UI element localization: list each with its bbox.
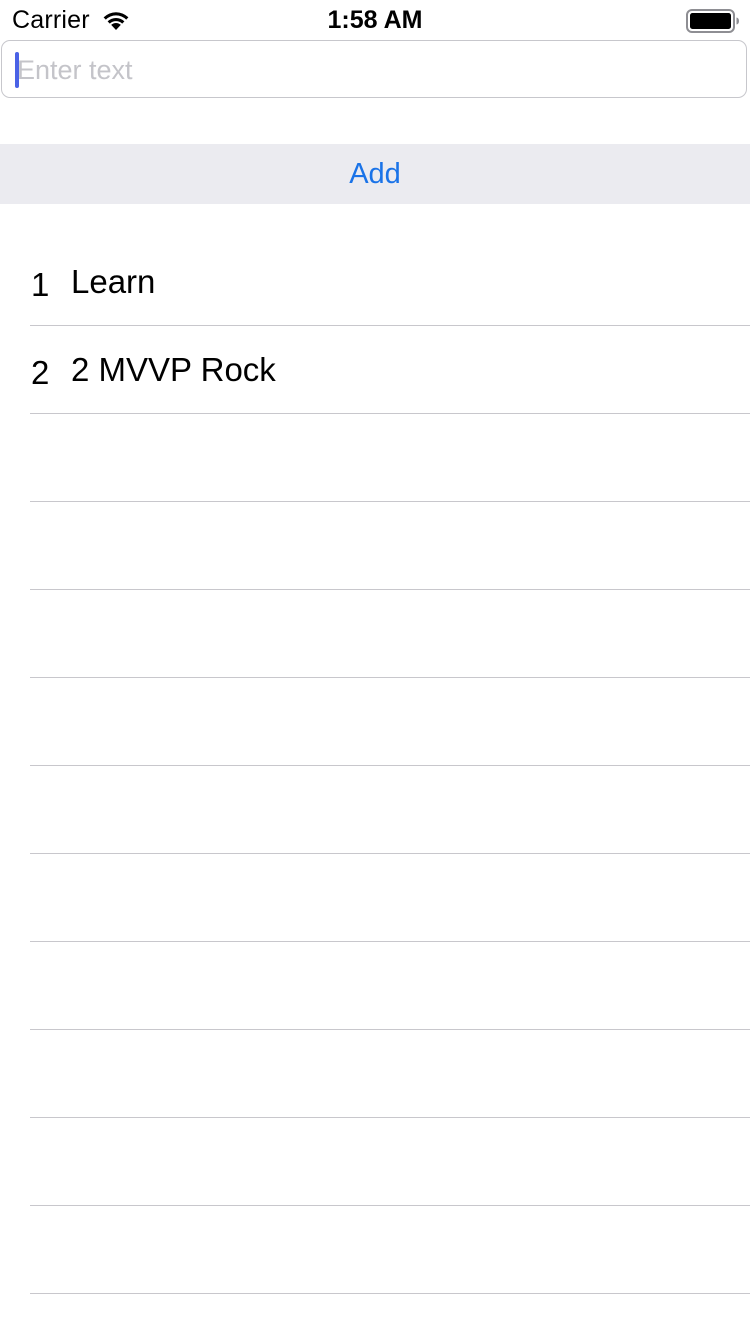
table-row[interactable]: 1 Learn — [0, 238, 750, 326]
table-row-empty — [0, 1118, 750, 1206]
table-row-empty — [0, 942, 750, 1030]
table-row-empty — [0, 1030, 750, 1118]
text-input-field[interactable]: Enter text — [1, 40, 747, 98]
row-text: Learn — [71, 263, 156, 300]
row-number: 1 — [31, 266, 50, 303]
screen: Carrier 1:58 AM Enter text Add 1 Learn 2… — [0, 0, 750, 1334]
input-placeholder: Enter text — [17, 55, 133, 85]
table-row[interactable]: 2 2 MVVP Rock — [0, 326, 750, 414]
table-row-empty — [0, 766, 750, 854]
clock: 1:58 AM — [327, 6, 423, 34]
table-row-empty — [0, 590, 750, 678]
table-row-empty — [0, 1206, 750, 1294]
add-button[interactable]: Add — [0, 144, 750, 204]
items-table: 1 Learn 2 2 MVVP Rock — [0, 238, 750, 1294]
table-row-empty — [0, 854, 750, 942]
table-row-empty — [0, 414, 750, 502]
battery-icon — [686, 9, 739, 33]
row-text: 2 MVVP Rock — [71, 351, 276, 388]
table-row-empty — [0, 502, 750, 590]
table-row-empty — [0, 678, 750, 766]
row-number: 2 — [31, 354, 50, 391]
status-bar: Carrier 1:58 AM — [0, 0, 750, 40]
